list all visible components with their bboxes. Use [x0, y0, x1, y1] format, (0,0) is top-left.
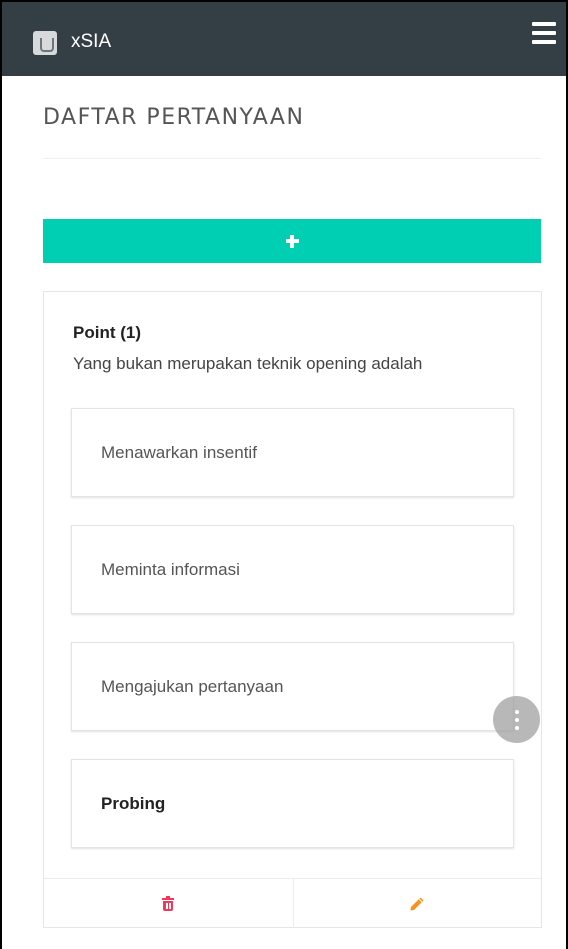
question-card: Point (1) Yang bukan merupakan teknik op…: [43, 291, 542, 928]
add-question-button[interactable]: [43, 219, 541, 263]
app-logo-icon[interactable]: [33, 31, 57, 55]
question-text: Yang bukan merupakan teknik opening adal…: [73, 354, 423, 373]
hamburger-menu-icon[interactable]: [532, 22, 556, 44]
title-divider: [43, 158, 541, 159]
answer-option-1[interactable]: Menawarkan insentif: [71, 408, 514, 497]
question-card-actions: [44, 878, 541, 928]
plus-icon: [285, 234, 299, 248]
answer-option-4-correct[interactable]: Probing: [71, 759, 514, 848]
pencil-icon: [410, 897, 424, 910]
page-title: DAFTAR PERTANYAAN: [43, 105, 305, 130]
trash-icon: [162, 895, 175, 911]
answer-option-3[interactable]: Mengajukan pertanyaan: [71, 642, 514, 731]
answer-option-2[interactable]: Meminta informasi: [71, 525, 514, 614]
top-app-bar: xSIA: [0, 0, 568, 76]
delete-question-button[interactable]: [44, 879, 293, 928]
question-point-label: Point (1): [73, 323, 141, 342]
edit-question-button[interactable]: [292, 879, 542, 928]
app-title[interactable]: xSIA: [71, 31, 111, 53]
more-vertical-icon[interactable]: [493, 696, 540, 743]
